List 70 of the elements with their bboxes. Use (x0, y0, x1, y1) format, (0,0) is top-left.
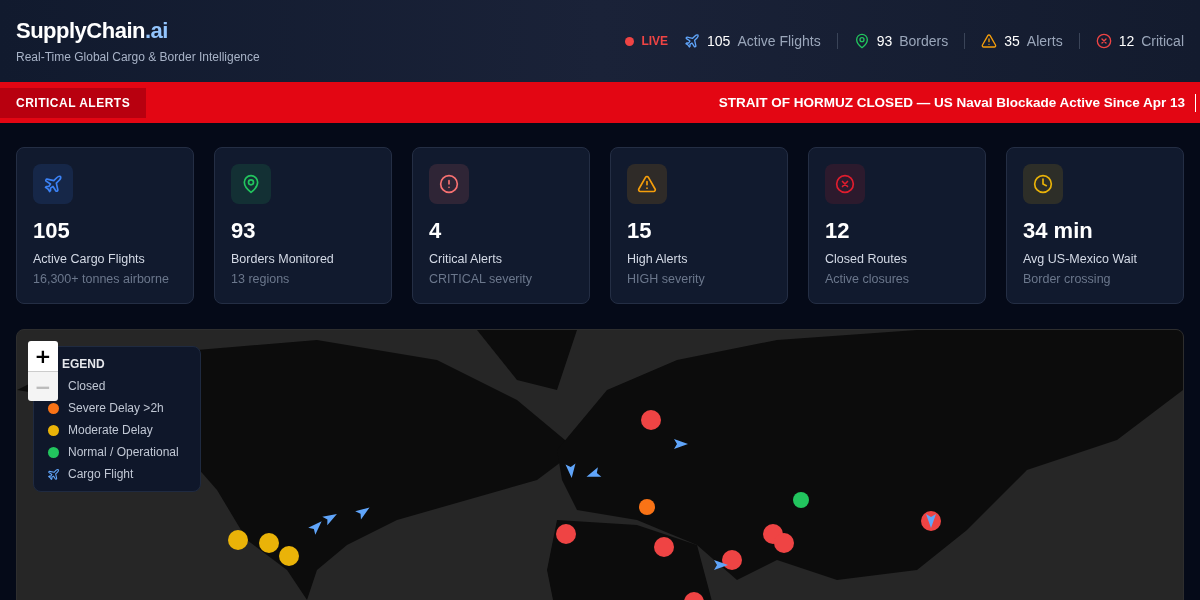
card-title: Borders Monitored (231, 252, 335, 266)
stat-label: LIVE (641, 34, 669, 48)
card-value: 4 (429, 218, 443, 244)
card-title: Critical Alerts (429, 252, 503, 266)
stat-value: 93 (876, 33, 893, 49)
border-marker[interactable] (774, 533, 794, 553)
map-pin-icon (853, 33, 870, 49)
plane-icon (46, 467, 60, 481)
x-circle-icon (835, 174, 855, 194)
border-marker[interactable] (639, 499, 655, 515)
legend-label: Cargo Flight (68, 467, 134, 481)
clock-icon (1033, 174, 1053, 194)
plane-marker-icon[interactable] (586, 467, 602, 477)
tagline: Real-Time Global Cargo & Border Intelligence (16, 50, 260, 64)
zoom-in-button[interactable]: + (28, 341, 58, 371)
border-marker[interactable] (641, 410, 661, 430)
plane-marker-icon[interactable] (308, 521, 322, 535)
card-value: 34 min (1023, 218, 1094, 244)
plane-icon (43, 174, 63, 194)
legend-label: Normal / Operational (68, 445, 179, 459)
card-value: 105 (33, 218, 71, 244)
border-marker[interactable] (228, 530, 248, 550)
card-value: 12 (825, 218, 851, 244)
plane-icon (684, 33, 701, 49)
brand-logo: SupplyChain.ai (16, 18, 169, 44)
stat-label: Alerts (1026, 33, 1063, 49)
legend-label: Closed (68, 379, 106, 393)
alert-message: STRAIT OF HORMUZ CLOSED — US Naval Blockade Active Since Apr 13 (718, 95, 1185, 110)
border-marker[interactable] (684, 592, 704, 600)
x-circle-icon (1095, 33, 1112, 49)
alert-circle-icon (439, 174, 459, 194)
plane-marker-icon[interactable] (714, 560, 728, 570)
card-value: 93 (231, 218, 257, 244)
warning-triangle-icon (637, 174, 657, 194)
border-marker[interactable] (259, 533, 279, 553)
card-subtitle: 16,300+ tonnes airborne (33, 272, 170, 286)
border-marker[interactable] (793, 492, 809, 508)
live-dot-icon (625, 36, 635, 46)
plane-marker-icon[interactable] (565, 463, 576, 478)
plane-marker-icon[interactable] (674, 439, 688, 449)
legend-label: Moderate Delay (68, 423, 153, 437)
card-title: High Alerts (627, 252, 689, 266)
plane-marker-icon[interactable] (355, 507, 370, 520)
map-pin-icon (241, 174, 261, 194)
stat-label: Active Flights (737, 33, 821, 49)
warning-triangle-icon (981, 33, 998, 49)
card-subtitle: Active closures (825, 272, 911, 286)
card-title: Active Cargo Flights (33, 252, 146, 266)
stat-value: 35 (1004, 33, 1020, 49)
world-map[interactable]: EGEND Closed Severe Delay >2h Moderate Delay Normal / Operational Cargo Flight + − (16, 329, 1184, 600)
plane-marker-icon[interactable] (322, 514, 337, 526)
card-title: Avg US-Mexico Wait (1023, 252, 1138, 266)
border-marker[interactable] (556, 524, 576, 544)
card-subtitle: Border crossing (1023, 272, 1112, 286)
border-marker[interactable] (654, 537, 674, 557)
critical-alerts-label: CRITICAL ALERTS (0, 87, 147, 118)
border-marker[interactable] (279, 546, 299, 566)
card-value: 15 (627, 218, 653, 244)
plane-marker-icon[interactable] (926, 514, 936, 528)
legend-label: Severe Delay >2h (68, 401, 164, 415)
card-subtitle: HIGH severity (627, 272, 706, 286)
stat-label: Borders (899, 33, 949, 49)
legend-title: EGEND (62, 357, 106, 371)
stat-value: 105 (707, 33, 731, 49)
stat-value: 12 (1118, 33, 1135, 49)
card-subtitle: 13 regions (231, 272, 291, 286)
card-subtitle: CRITICAL severity (429, 272, 534, 286)
stat-label: Critical (1141, 33, 1184, 49)
border-marker[interactable] (722, 550, 742, 570)
card-title: Closed Routes (825, 252, 908, 266)
